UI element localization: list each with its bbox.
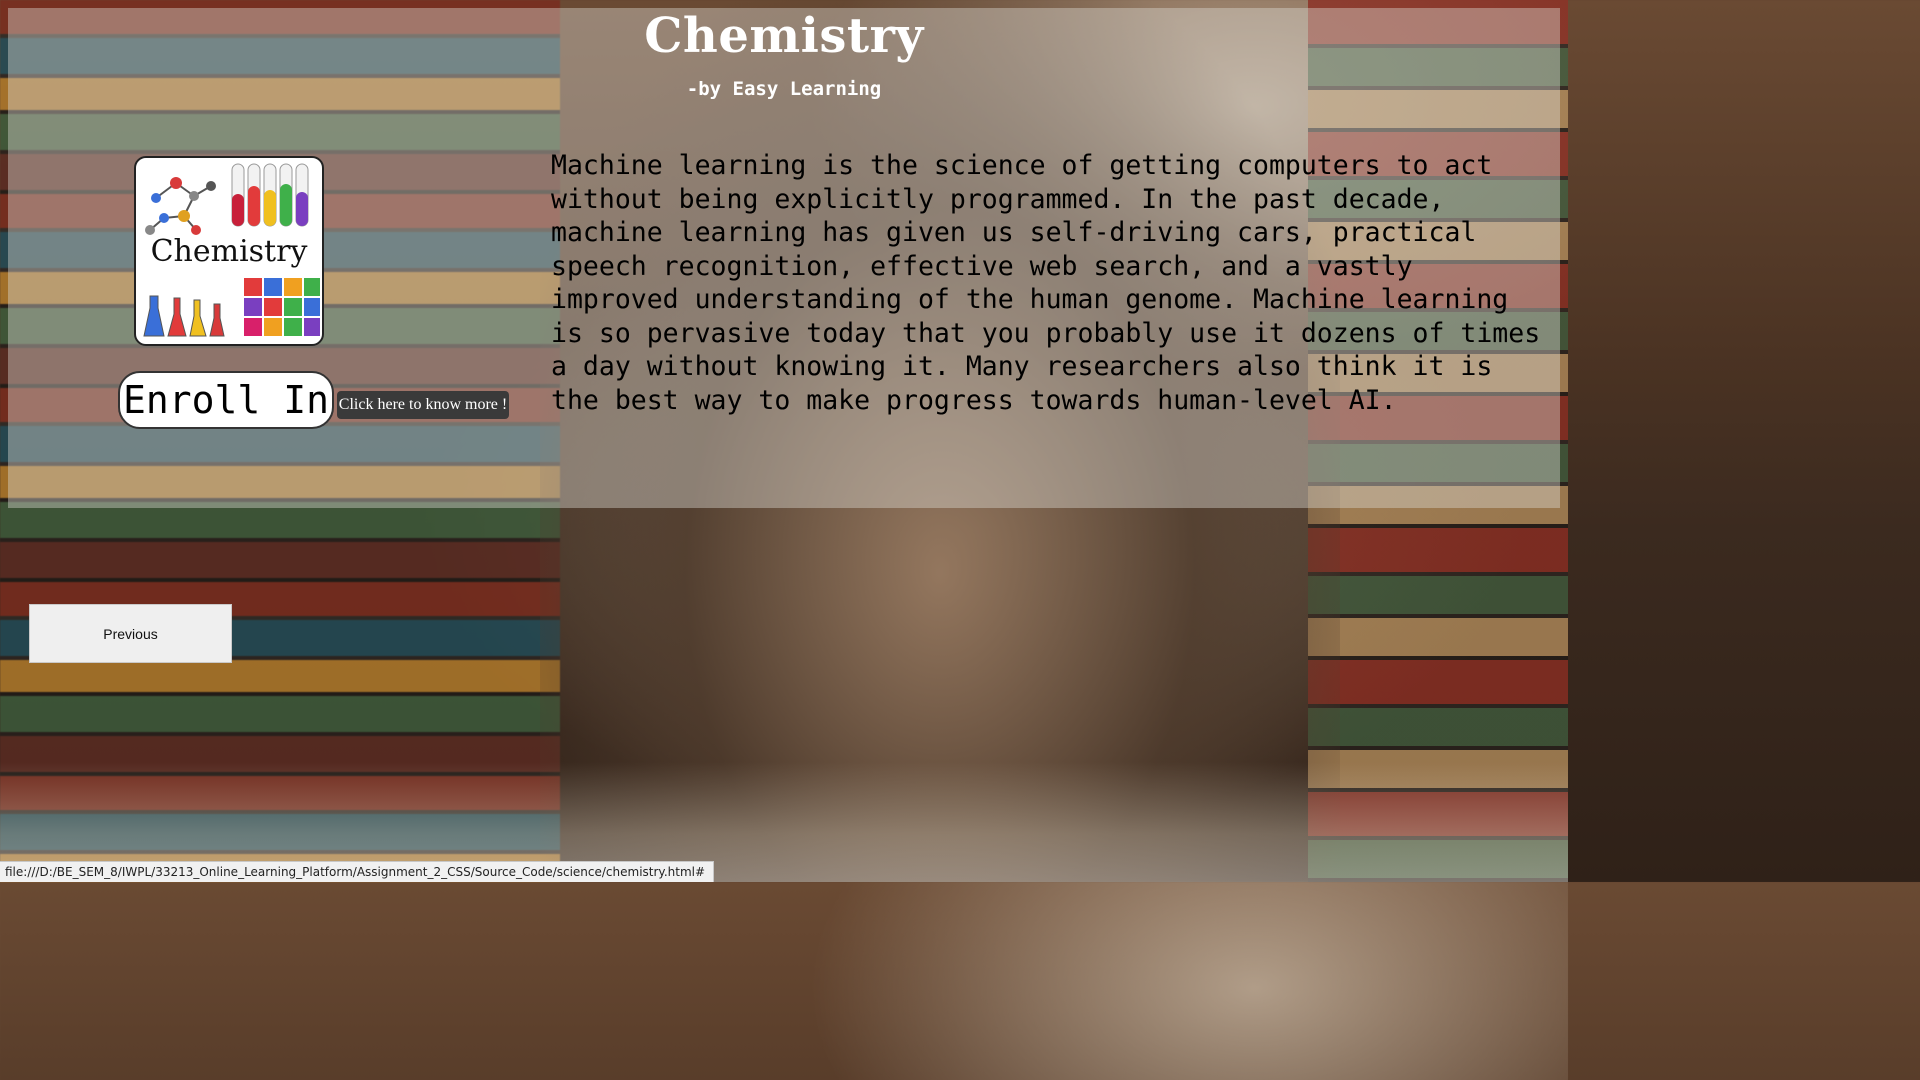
know-more-button[interactable]: Click here to know more ! bbox=[337, 391, 509, 419]
chemistry-logo-text: Chemistry bbox=[151, 234, 308, 269]
chemistry-logo-icon: Chemistry bbox=[143, 163, 320, 337]
previous-button[interactable]: Previous bbox=[29, 604, 232, 663]
page-subtitle: -by Easy Learning bbox=[686, 78, 882, 100]
status-bar-url: file:///D:/BE_SEM_8/IWPL/33213_Online_Le… bbox=[0, 861, 715, 882]
course-image: Chemistry bbox=[134, 156, 324, 346]
course-description: Machine learning is the science of getti… bbox=[551, 150, 1541, 416]
enroll-button[interactable]: Enroll In bbox=[118, 371, 334, 429]
page-title: Chemistry bbox=[644, 8, 924, 64]
